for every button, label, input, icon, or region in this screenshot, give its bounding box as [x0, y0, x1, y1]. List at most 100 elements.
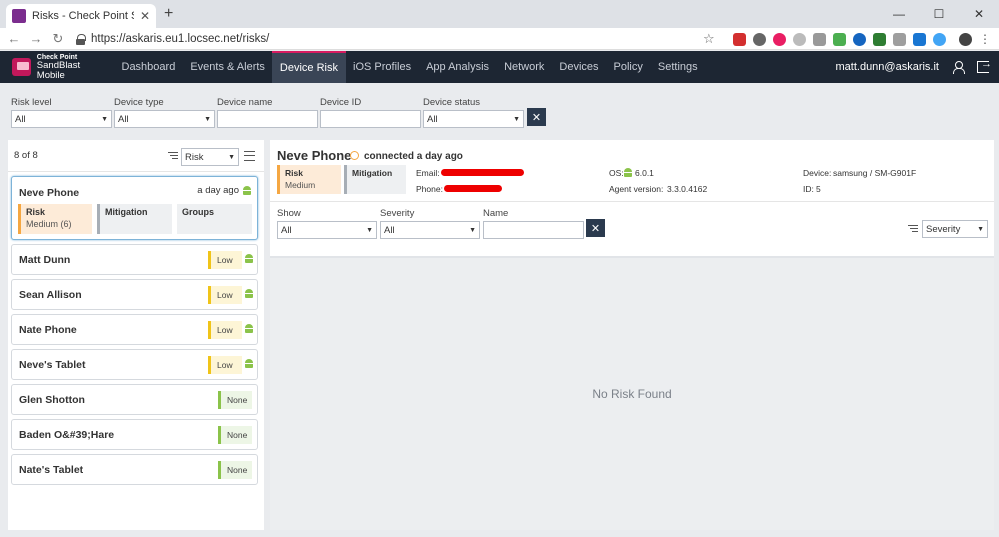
device-id-input[interactable]: [320, 110, 421, 128]
redaction-mark: [444, 185, 502, 192]
nav-dashboard[interactable]: Dashboard: [114, 51, 183, 83]
risk-name-input[interactable]: [483, 221, 584, 239]
back-arrow-icon[interactable]: ←: [4, 31, 24, 46]
user-icon[interactable]: [953, 61, 965, 74]
nav-devices[interactable]: Devices: [552, 51, 606, 83]
logout-icon[interactable]: [977, 58, 992, 73]
clear-risk-filters-button[interactable]: ✕: [586, 219, 605, 237]
window-close-icon[interactable]: ✕: [959, 0, 999, 28]
caret-down-icon: ▼: [366, 226, 373, 234]
browser-tab-bar: Risks - Check Point SandBlast Mo ✕ + — ☐…: [0, 0, 999, 28]
minimize-icon[interactable]: —: [879, 0, 919, 28]
device-sort-select[interactable]: Risk ▼: [181, 148, 239, 166]
profile-avatar-icon[interactable]: [959, 32, 972, 46]
device-card-neve-phone[interactable]: Neve Phone a day ago Risk Medium (6) Mit…: [11, 176, 258, 240]
device-card[interactable]: Baden O&#39;Hare None: [11, 419, 258, 450]
user-box: matt.dunn@askaris.it: [836, 51, 992, 83]
risk-name-filter: Name: [483, 208, 584, 239]
browser-tab[interactable]: Risks - Check Point SandBlast Mo ✕: [6, 4, 156, 28]
device-id-filter: Device ID: [320, 97, 421, 128]
new-tab-icon[interactable]: +: [164, 5, 173, 23]
caret-down-icon: ▼: [101, 115, 108, 123]
caret-down-icon: ▼: [204, 115, 211, 123]
device-type-select[interactable]: All ▼: [114, 110, 215, 128]
severity-select[interactable]: All ▼: [380, 221, 480, 239]
device-model-label: Device:: [803, 168, 832, 178]
nav-app-analysis[interactable]: App Analysis: [419, 51, 497, 83]
star-icon[interactable]: ☆: [703, 31, 715, 47]
extension-icon[interactable]: [893, 32, 906, 46]
nav-device-risk[interactable]: Device Risk: [272, 51, 346, 83]
device-card[interactable]: Nate's Tablet None: [11, 454, 258, 485]
url-field[interactable]: https://askaris.eu1.locsec.net/risks/: [76, 31, 269, 47]
nav-network[interactable]: Network: [497, 51, 552, 83]
caret-down-icon: ▼: [228, 153, 235, 161]
menu-kebab-icon[interactable]: ⋮: [979, 32, 991, 46]
device-detail-panel: Neve Phone connected a day ago Risk Medi…: [270, 140, 994, 530]
risk-level-badge: Low: [208, 251, 242, 269]
android-icon: [245, 254, 253, 263]
show-label: Show: [277, 208, 301, 219]
reload-icon[interactable]: ↻: [48, 31, 68, 47]
os-value: 6.0.1: [635, 168, 654, 178]
agent-version-label: Agent version:: [609, 184, 664, 194]
extension-icon[interactable]: [733, 32, 746, 46]
extension-icon[interactable]: [793, 32, 806, 46]
extension-icon[interactable]: [753, 32, 766, 46]
list-icon[interactable]: [244, 151, 255, 161]
device-detail-title: Neve Phone: [277, 148, 352, 163]
device-card[interactable]: Neve's Tablet Low: [11, 349, 258, 380]
risk-sort-select[interactable]: Severity ▼: [922, 220, 988, 238]
show-select[interactable]: All ▼: [277, 221, 377, 239]
severity-filter: Severity All ▼: [380, 208, 480, 239]
extension-icon[interactable]: [773, 32, 786, 46]
device-name-input[interactable]: [217, 110, 318, 128]
main-nav: Dashboard Events & Alerts Device Risk iO…: [114, 51, 705, 83]
groups-summary: Groups: [177, 204, 252, 234]
device-card[interactable]: Glen Shotton None: [11, 384, 258, 415]
risk-level-select[interactable]: All ▼: [11, 110, 112, 128]
android-icon: [245, 324, 253, 333]
device-count: 8 of 8: [14, 150, 38, 161]
extension-icon[interactable]: [853, 32, 866, 46]
logo-bottom-text: SandBlast Mobile: [36, 60, 81, 81]
detail-mitigation-card: Mitigation: [344, 165, 406, 194]
close-icon[interactable]: ✕: [140, 9, 150, 23]
sort-icon[interactable]: [168, 152, 178, 160]
device-card[interactable]: Sean Allison Low: [11, 279, 258, 310]
device-name-label: Device name: [217, 97, 273, 108]
logo[interactable]: Check Point SandBlast Mobile: [0, 51, 100, 83]
risk-level-badge: Low: [208, 321, 242, 339]
device-status-label: Device status: [423, 97, 481, 108]
nav-settings[interactable]: Settings: [650, 51, 705, 83]
nav-events-alerts[interactable]: Events & Alerts: [183, 51, 273, 83]
extension-icon[interactable]: [813, 32, 826, 46]
extension-icon[interactable]: [873, 32, 886, 46]
device-list-panel: 8 of 8 Risk ▼ Neve Phone a day ago Risk M…: [8, 140, 264, 530]
device-name: Baden O&#39;Hare: [19, 429, 115, 441]
device-card[interactable]: Nate Phone Low: [11, 314, 258, 345]
sort-icon[interactable]: [908, 225, 918, 233]
nav-policy[interactable]: Policy: [606, 51, 650, 83]
os-label: OS:: [609, 168, 624, 178]
user-email[interactable]: matt.dunn@askaris.it: [836, 61, 940, 73]
email-label: Email:: [416, 168, 440, 178]
device-card[interactable]: Matt Dunn Low: [11, 244, 258, 275]
extension-icon[interactable]: [913, 32, 926, 46]
lock-icon: [76, 34, 86, 45]
extension-icon[interactable]: [933, 32, 946, 46]
device-status-select[interactable]: All ▼: [423, 110, 524, 128]
forward-arrow-icon[interactable]: →: [26, 31, 46, 46]
device-type-label: Device type: [114, 97, 164, 108]
clear-filters-button[interactable]: ✕: [527, 108, 546, 126]
nav-ios-profiles[interactable]: iOS Profiles: [346, 51, 419, 83]
tab-title: Risks - Check Point SandBlast Mo: [32, 10, 134, 22]
maximize-icon[interactable]: ☐: [919, 0, 959, 28]
extension-icon[interactable]: [833, 32, 846, 46]
device-id-label: Device ID: [320, 97, 362, 108]
device-id-label-detail: ID:: [803, 184, 814, 194]
severity-label: Severity: [380, 208, 415, 219]
connection-status: connected a day ago: [364, 151, 463, 162]
detail-risk-card: Risk Medium: [277, 165, 341, 194]
device-name-filter: Device name: [217, 97, 318, 128]
